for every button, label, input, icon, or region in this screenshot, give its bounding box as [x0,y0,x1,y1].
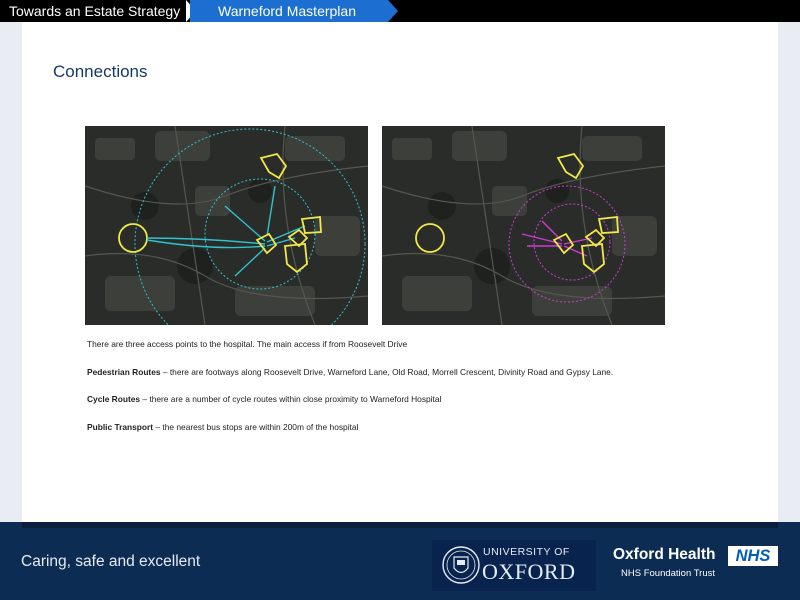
university-of-label: UNIVERSITY OF [483,546,570,558]
pedestrian-paragraph: Pedestrian Routes – there are footways a… [87,366,687,379]
org-name: Oxford Health [613,546,716,563]
cycle-paragraph: Cycle Routes – there are a number of cyc… [87,393,687,406]
breadcrumb-warneford-masterplan[interactable]: Warneford Masterplan [190,0,388,22]
nhs-logo-icon: NHS [728,546,778,566]
transport-paragraph: Public Transport – the nearest bus stops… [87,421,687,434]
pedestrian-routes-map-graphic [382,126,665,325]
cycle-routes-map-graphic [85,126,368,325]
breadcrumb-estate-strategy[interactable]: Towards an Estate Strategy [0,0,192,22]
oxford-label: OXFORD [482,559,576,584]
card-bottom-shadow [22,522,778,528]
pedestrian-label: Pedestrian Routes [87,366,161,377]
org-trust: NHS Foundation Trust [621,568,715,579]
intro-paragraph: There are three access points to the hos… [87,338,687,351]
page-title: Connections [53,62,148,81]
breadcrumb-active-arrow [388,0,398,22]
transport-label: Public Transport [87,421,154,432]
connections-description: There are three access points to the hos… [87,338,687,448]
pedestrian-routes-map [382,126,665,325]
oxford-crest-icon [442,546,480,584]
nhs-badge-text: NHS [735,547,771,565]
footer-tagline: Caring, safe and excellent [21,553,201,570]
transport-text: – the nearest bus stops are within 200m … [153,421,359,432]
cycle-label: Cycle Routes [87,394,141,404]
pedestrian-text: – there are footways along Roosevelt Dri… [160,366,614,377]
intro-text: There are three access points to the hos… [87,339,408,349]
cycle-text: – there are a number of cycle routes wit… [140,394,442,404]
cycle-routes-map [85,126,368,325]
